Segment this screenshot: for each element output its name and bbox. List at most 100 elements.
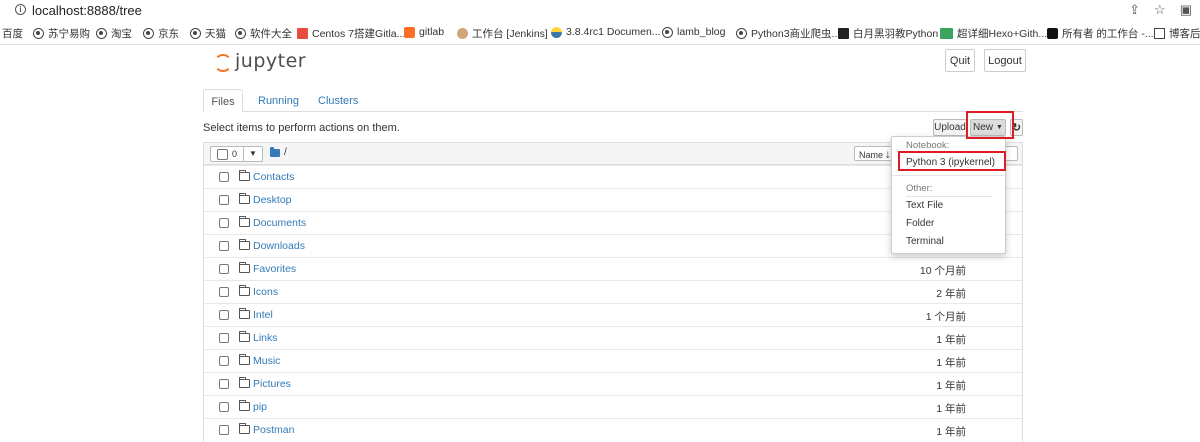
modified-time: 1 年前	[936, 426, 966, 438]
row-checkbox[interactable]	[219, 310, 229, 320]
new-folder[interactable]: Folder	[906, 218, 934, 229]
tab-files[interactable]: Files	[203, 89, 243, 113]
file-row[interactable]: Favorites 10 个月前	[204, 257, 1022, 280]
file-row[interactable]: pip 1 年前	[204, 395, 1022, 418]
globe-icon	[96, 28, 107, 39]
bookmark-python-docs[interactable]: 3.8.4rc1 Documen...	[551, 26, 661, 38]
extensions-icon[interactable]: ▣	[1180, 2, 1192, 18]
logout-button[interactable]: Logout	[984, 49, 1026, 72]
tab-clusters[interactable]: Clusters	[318, 89, 358, 112]
row-checkbox[interactable]	[219, 356, 229, 366]
file-name-link[interactable]: Downloads	[253, 240, 305, 252]
file-name-link[interactable]: Pictures	[253, 378, 291, 390]
bookmark-star-icon[interactable]: ☆	[1154, 2, 1166, 18]
file-name-link[interactable]: Desktop	[253, 194, 292, 206]
folder-icon	[239, 216, 250, 227]
select-all-checkbox[interactable]	[217, 149, 228, 160]
folder-icon	[239, 331, 250, 342]
url-text[interactable]: localhost:8888/tree	[32, 3, 142, 18]
refresh-icon: ↻	[1011, 122, 1022, 134]
globe-icon	[736, 28, 747, 39]
new-text-file[interactable]: Text File	[906, 200, 943, 211]
folder-icon	[239, 400, 250, 411]
file-row[interactable]: Intel 1 个月前	[204, 303, 1022, 326]
address-bar[interactable]: i localhost:8888/tree ⇪ ☆ ▣	[0, 0, 1200, 22]
globe-icon	[190, 28, 201, 39]
bookmark-taobao[interactable]: 淘宝	[96, 26, 132, 41]
file-name-link[interactable]: Postman	[253, 424, 294, 436]
breadcrumb-root[interactable]: /	[284, 147, 287, 158]
file-name-link[interactable]: Icons	[253, 286, 278, 298]
row-checkbox[interactable]	[219, 172, 229, 182]
jupyter-logo-icon	[213, 51, 232, 72]
row-checkbox[interactable]	[219, 264, 229, 274]
row-checkbox[interactable]	[219, 218, 229, 228]
bookmark-python-crawler[interactable]: Python3商业爬虫...	[736, 26, 840, 41]
tab-bar: Files Running Clusters	[203, 89, 1023, 113]
bookmark-tmall[interactable]: 天猫	[190, 26, 226, 41]
bookmark-gitlab[interactable]: gitlab	[404, 26, 444, 38]
file-name-link[interactable]: Contacts	[253, 171, 294, 183]
bookmark-centos-gitlab[interactable]: Centos 7搭建Gitla...	[297, 26, 405, 41]
select-all-control[interactable]: 0 ▼	[210, 146, 264, 162]
bookmark-blog-admin[interactable]: 博客后台	[1154, 26, 1200, 41]
folder-icon	[239, 354, 250, 365]
breadcrumb[interactable]: /	[270, 146, 287, 158]
folder-icon	[239, 377, 250, 388]
workbench-icon	[1047, 28, 1058, 39]
file-name-link[interactable]: Favorites	[253, 263, 296, 275]
new-terminal[interactable]: Terminal	[906, 236, 944, 247]
bookmark-lamb-blog[interactable]: lamb_blog	[662, 26, 725, 38]
file-row[interactable]: Icons 2 年前	[204, 280, 1022, 303]
file-name-link[interactable]: Intel	[253, 309, 273, 321]
new-python3-notebook[interactable]: Python 3 (ipykernel)	[906, 157, 995, 168]
row-checkbox[interactable]	[219, 333, 229, 343]
folder-icon	[239, 170, 250, 181]
bookmark-jenkins[interactable]: 工作台 [Jenkins]	[457, 26, 548, 41]
upload-button[interactable]: Upload	[933, 119, 967, 136]
bookmark-workbench[interactable]: 所有者 的工作台 -...	[1047, 26, 1154, 41]
file-name-link[interactable]: Music	[253, 355, 280, 367]
python-icon	[551, 26, 562, 38]
refresh-button[interactable]: ↻	[1010, 119, 1023, 136]
row-checkbox[interactable]	[219, 402, 229, 412]
folder-icon	[239, 285, 250, 296]
modified-time: 1 年前	[936, 334, 966, 346]
other-section-header: Other:	[906, 183, 933, 194]
modified-time: 1 年前	[936, 403, 966, 415]
quit-button[interactable]: Quit	[945, 49, 975, 72]
file-row[interactable]: Pictures 1 年前	[204, 372, 1022, 395]
bookmarks-bar: 百度 苏宁易购 淘宝 京东 天猫 软件大全 Centos 7搭建Gitla...…	[0, 22, 1200, 45]
bookmark-jd[interactable]: 京东	[143, 26, 179, 41]
row-checkbox[interactable]	[219, 195, 229, 205]
folder-icon	[270, 146, 280, 157]
file-name-link[interactable]: Documents	[253, 217, 306, 229]
bookmark-hexo-github[interactable]: 超详细Hexo+Gith...	[940, 26, 1047, 41]
bookmark-suning[interactable]: 苏宁易购	[33, 26, 90, 41]
tab-running[interactable]: Running	[258, 89, 299, 112]
row-checkbox[interactable]	[219, 425, 229, 435]
file-name-link[interactable]: Links	[253, 332, 278, 344]
jenkins-icon	[457, 28, 468, 39]
caret-down-icon[interactable]: ▼	[244, 147, 262, 161]
select-info-text: Select items to perform actions on them.	[203, 122, 400, 134]
modified-time: 1 年前	[936, 380, 966, 392]
bookmark-byhy-python[interactable]: 白月黑羽教Python	[838, 26, 938, 41]
jupyter-logo[interactable]: jupyter	[213, 50, 306, 72]
share-icon[interactable]: ⇪	[1129, 2, 1140, 18]
file-name-link[interactable]: pip	[253, 401, 267, 413]
row-checkbox[interactable]	[219, 287, 229, 297]
bookmark-software[interactable]: 软件大全	[235, 26, 292, 41]
site-info-icon[interactable]: i	[15, 4, 26, 15]
bookmark-baidu[interactable]: 百度	[2, 26, 23, 41]
menu-divider	[892, 175, 1005, 176]
folder-icon	[239, 239, 250, 250]
file-row[interactable]: Links 1 年前	[204, 326, 1022, 349]
row-checkbox[interactable]	[219, 379, 229, 389]
row-checkbox[interactable]	[219, 241, 229, 251]
file-row[interactable]: Music 1 年前	[204, 349, 1022, 372]
new-dropdown-button[interactable]: New ▼	[970, 119, 1006, 136]
file-row[interactable]: Postman 1 年前	[204, 418, 1022, 441]
folder-icon	[239, 423, 250, 434]
sort-by-name-button[interactable]: Name 🡓	[854, 146, 896, 161]
